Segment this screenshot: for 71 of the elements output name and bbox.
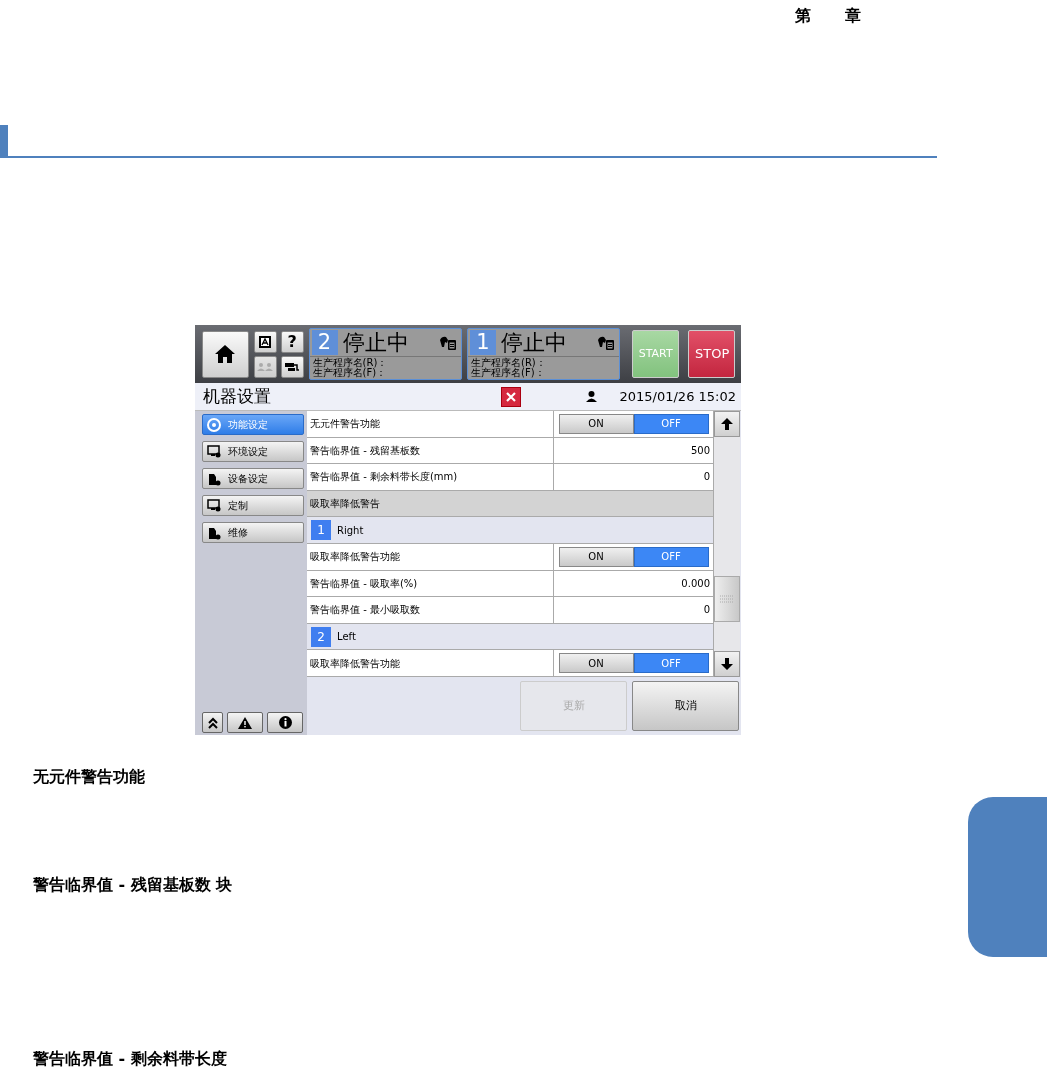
info-button[interactable] <box>267 712 303 733</box>
machine-icon <box>207 525 221 540</box>
screen-title: 机器设置 <box>203 384 272 408</box>
toggle-option[interactable]: OFF <box>633 413 709 434</box>
setting-label: 吸取率降低警告功能 <box>307 650 554 676</box>
scroll-up-button[interactable] <box>714 411 740 437</box>
group-label: Right <box>337 523 364 538</box>
close-button[interactable] <box>501 386 521 407</box>
collapse-button[interactable] <box>202 712 223 733</box>
arrow-down-icon <box>721 658 733 670</box>
user-icon <box>586 390 597 402</box>
toggle-option[interactable]: OFF <box>633 653 709 674</box>
people-icon <box>257 361 274 372</box>
monitor-icon <box>207 499 221 512</box>
connection-button[interactable] <box>280 355 304 378</box>
sidebar-item[interactable]: 环境设定 <box>202 441 304 462</box>
lane-status: 停止中 <box>501 331 568 354</box>
setting-label: 警告临界值 - 剩余料带长度(mm) <box>307 464 554 490</box>
warning-icon <box>238 716 252 729</box>
lane-number: 2 <box>311 330 338 355</box>
help-button[interactable]: ? <box>280 330 304 353</box>
setting-label: 无元件警告功能 <box>307 411 554 437</box>
value-field[interactable]: 0 <box>554 597 713 623</box>
sidebar-item[interactable]: 维修 <box>202 522 304 543</box>
chapter-label: 章 <box>845 5 861 27</box>
value-field[interactable]: 0 <box>554 464 713 490</box>
program-name-label: 生产程序名(R)： <box>471 358 547 368</box>
scroll-down-button[interactable] <box>714 651 740 677</box>
value-field[interactable]: 500 <box>554 437 713 464</box>
lane-number: 1 <box>470 330 496 355</box>
program-name-label: 生产程序名(F)： <box>312 368 388 378</box>
program-name-label: 生产程序名(R)： <box>312 358 389 368</box>
section-heading: 警告临界值 - 剩余料带长度 <box>33 1048 228 1070</box>
toggle-option[interactable]: ON <box>558 546 634 567</box>
section-header: 吸取率降低警告 <box>307 490 713 517</box>
monitor-icon <box>207 445 221 458</box>
language-button[interactable] <box>253 330 277 353</box>
home-button[interactable] <box>202 330 249 378</box>
scroll-thumb[interactable] <box>714 576 740 622</box>
setting-label: 吸取率降低警告功能 <box>307 543 554 570</box>
section-heading: 无元件警告功能 <box>33 766 146 788</box>
hand-clipboard-icon <box>597 334 616 351</box>
sidebar-item[interactable]: 定制 <box>202 495 304 516</box>
chapter-label: 第 <box>795 5 811 27</box>
program-name-label: 生产程序名(F)： <box>471 368 546 378</box>
lane-status: 停止中 <box>342 331 410 354</box>
date-time: 2015/01/26 15:02 <box>619 387 736 406</box>
alarm-button[interactable] <box>227 712 263 733</box>
close-icon <box>506 391 516 402</box>
group-number: 1 <box>311 520 331 541</box>
toggle-option[interactable]: ON <box>558 653 634 674</box>
section-heading: 警告临界值 - 残留基板数 块 <box>33 874 234 896</box>
setting-label: 警告临界值 - 最小吸取数 <box>307 597 554 623</box>
action-button[interactable]: 取消 <box>632 681 739 731</box>
letter-box-icon <box>258 334 273 349</box>
toggle-option[interactable]: ON <box>558 413 634 434</box>
hand-clipboard-icon <box>439 334 457 351</box>
double-chevron-up-icon <box>206 716 219 729</box>
info-icon <box>278 716 292 729</box>
group-number: 2 <box>311 626 331 647</box>
machine-icon <box>207 471 221 486</box>
group-label: Left <box>337 630 356 645</box>
value-field[interactable]: 0.000 <box>554 570 713 597</box>
toggle-option[interactable]: OFF <box>633 546 709 567</box>
setting-label: 警告临界值 - 吸取率(%) <box>307 570 554 597</box>
stop-button[interactable]: STOP <box>688 330 735 378</box>
home-icon <box>214 344 237 364</box>
sidebar-item[interactable]: 设备设定 <box>202 468 304 489</box>
grip-icon <box>720 595 734 603</box>
setting-label: 警告临界值 - 残留基板数 <box>307 437 554 464</box>
arrow-up-icon <box>721 418 733 430</box>
